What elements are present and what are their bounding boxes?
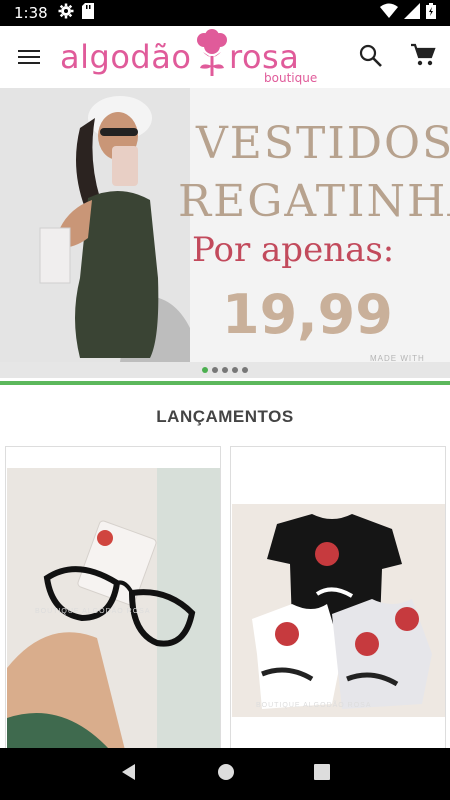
- search-button[interactable]: [358, 43, 384, 69]
- promo-banner[interactable]: VESTIDOS REGATINHA Por apenas: 19,99 MAD…: [0, 88, 450, 362]
- home-icon[interactable]: [217, 763, 235, 786]
- brand-logo[interactable]: algodão rosa boutique: [60, 28, 317, 86]
- search-icon: [358, 44, 384, 73]
- cart-icon: [410, 43, 436, 72]
- carousel-indicator: [0, 362, 450, 378]
- logo-tagline: boutique: [264, 71, 318, 85]
- divider: [0, 381, 450, 385]
- cart-button[interactable]: [410, 42, 436, 68]
- signal-icon: [404, 2, 420, 24]
- product-image-tshirts: BOUTIQUE ALGODÃO ROSA: [232, 504, 445, 717]
- carousel-dot[interactable]: [242, 367, 248, 373]
- image-watermark: BOUTIQUE ALGODÃO ROSA: [256, 702, 372, 709]
- carousel-dot[interactable]: [232, 367, 238, 373]
- menu-button[interactable]: [18, 46, 42, 66]
- battery-icon: [426, 2, 436, 24]
- section-title: LANÇAMENTOS: [156, 407, 294, 426]
- banner-headline-2: REGATINHA: [178, 176, 450, 227]
- cotton-flower-icon: [194, 28, 230, 85]
- back-icon[interactable]: [120, 763, 138, 786]
- recents-icon[interactable]: [314, 763, 331, 785]
- sd-card-icon: [81, 2, 94, 24]
- image-watermark: BOUTIQUE ALGODÃO ROSA: [35, 608, 151, 615]
- banner-subtitle: Por apenas:: [192, 230, 395, 270]
- product-card[interactable]: BOUTIQUE ALGODÃO ROSA: [5, 446, 221, 756]
- status-bar: 1:38: [0, 0, 450, 26]
- wifi-icon: [380, 3, 398, 24]
- system-nav-bar: [0, 748, 450, 800]
- banner-watermark: MADE WITH: [370, 354, 425, 362]
- carousel-dot[interactable]: [202, 367, 208, 373]
- banner-price: 19,99: [222, 283, 393, 346]
- banner-model-photo: [0, 88, 190, 362]
- status-time: 1:38: [14, 4, 48, 22]
- logo-text-left: algodão: [60, 38, 192, 76]
- carousel-dot[interactable]: [212, 367, 218, 373]
- menu-icon: [18, 50, 40, 52]
- product-image-glasses: BOUTIQUE ALGODÃO ROSA: [7, 468, 220, 755]
- app-bar: algodão rosa boutique: [0, 26, 450, 88]
- carousel-dot[interactable]: [222, 367, 228, 373]
- gear-icon: [58, 3, 74, 24]
- banner-headline-1: VESTIDOS: [196, 118, 450, 169]
- product-card[interactable]: BOUTIQUE ALGODÃO ROSA: [230, 446, 446, 756]
